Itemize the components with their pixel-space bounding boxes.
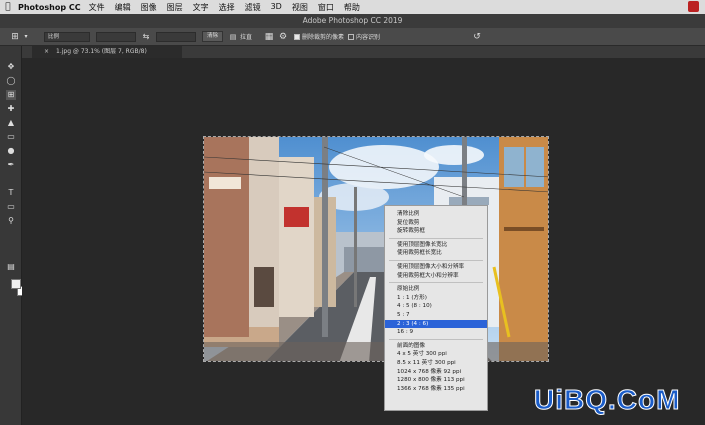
context-menu-item[interactable]: 旋转裁剪框 (385, 227, 487, 236)
grid-overlay-icon[interactable]: ▦ (262, 32, 276, 42)
context-menu-item[interactable]: 1024 x 768 像素 92 ppi (385, 368, 487, 377)
menu-item[interactable]: 文字 (193, 2, 209, 13)
context-menu-item[interactable]: 4 : 5 (8 : 10) (385, 302, 487, 311)
quick-mask-icon[interactable]: ▤ (6, 262, 16, 272)
context-menu-item[interactable]: 1 : 1 (方形) (385, 294, 487, 303)
swap-icon[interactable]: ⇆ (139, 32, 153, 41)
crop-tool-preset-icon[interactable]: ⊞ (8, 32, 22, 42)
straighten-icon[interactable]: ▤ (226, 33, 240, 41)
document-tab[interactable]: × 1.jpg @ 73.1% (图层 7, RGB/8) (32, 46, 182, 58)
mac-menu-bar:  Photoshop CC 文件编辑图像图层文字选择滤镜 3D 视图窗口帮助 (0, 0, 705, 14)
crop-ratio-context-menu: 清除比例 复位裁剪 旋转裁剪框使用顶层图像长宽比 使用裁剪框长宽比 使用顶层图像大小和分… (384, 205, 488, 411)
move-tool-icon[interactable]: ✥ (6, 62, 16, 72)
menu-item[interactable]: 编辑 (115, 2, 131, 13)
watermark-brand: UiBQ.CoM (533, 384, 681, 416)
delete-cropped-label[interactable]: 删除裁剪的像素 (302, 32, 344, 41)
apple-icon[interactable]:  (0, 2, 16, 12)
context-menu-item-selected[interactable]: 2 : 3 (4 : 6) (385, 319, 487, 329)
window-title: Adobe Photoshop CC 2019 (302, 16, 403, 25)
content-aware-checkbox[interactable] (348, 33, 355, 40)
menu-item[interactable]: 图层 (167, 2, 183, 13)
notification-icon[interactable] (688, 1, 699, 12)
type-tool-icon[interactable]: T (6, 188, 16, 198)
menu-items: 文件 编辑 图像 图层 文字 选择 滤镜 3D 视图 窗口 帮助 (89, 2, 370, 13)
healing-brush-icon[interactable]: ✚ (6, 104, 16, 114)
context-menu-item[interactable]: 使用裁剪框大小和分辨率 (385, 272, 487, 281)
menu-item[interactable]: 3D (271, 2, 282, 13)
context-menu-item[interactable]: 16 : 9 (385, 328, 487, 337)
menu-item[interactable]: 窗口 (318, 2, 334, 13)
chevron-down-icon[interactable]: ▾ (22, 33, 30, 40)
ratio-select-value: 比例 (48, 33, 60, 40)
document-tab-bar: × 1.jpg @ 73.1% (图层 7, RGB/8) (22, 46, 705, 58)
context-menu-item[interactable]: 5 : 7 (385, 311, 487, 320)
menu-item[interactable]: 选择 (219, 2, 235, 13)
shape-tool-icon[interactable]: ▭ (6, 202, 16, 212)
zoom-tool-icon[interactable]: ⚲ (6, 216, 16, 226)
context-menu-item[interactable]: 原始比例 (385, 285, 487, 294)
content-aware-label[interactable]: 内容识别 (356, 32, 380, 41)
context-menu-item[interactable]: 1280 x 800 像素 113 ppi (385, 376, 487, 385)
menu-item[interactable]: 视图 (292, 2, 308, 13)
menu-item[interactable]: 滤镜 (245, 2, 261, 13)
window-title-bar: Adobe Photoshop CC 2019 (0, 14, 705, 28)
straighten-label[interactable]: 拉直 (240, 32, 252, 41)
tools-panel: ✥ □ ◯ ✦ ⊞ ✐ ✚ ✎ ▲ ↶ ▭ ▩ ● ◉ ✒ T ➤ ▭ ✋ ⚲ … (0, 46, 36, 425)
width-field[interactable] (96, 31, 136, 42)
context-menu-item[interactable]: 使用顶层图像大小和分辨率 (385, 263, 487, 272)
menu-separator (389, 260, 483, 261)
app-name[interactable]: Photoshop CC (18, 3, 81, 12)
context-menu-item[interactable]: 使用顶层图像长宽比 (385, 241, 487, 250)
menu-separator (389, 282, 483, 284)
context-menu-item[interactable]: 前面的图像 (385, 342, 487, 351)
menu-item[interactable]: 帮助 (344, 2, 360, 13)
height-field[interactable] (156, 31, 196, 42)
pen-tool-icon[interactable]: ✒ (6, 160, 16, 170)
context-menu-item[interactable]: 清除比例 (385, 210, 487, 219)
blur-icon[interactable]: ● (6, 146, 16, 156)
menu-separator (389, 237, 483, 239)
context-menu-item[interactable]: 使用裁剪框长宽比 (385, 249, 487, 258)
close-icon[interactable]: × (44, 46, 49, 58)
reset-icon[interactable]: ↺ (470, 32, 484, 42)
document-image[interactable] (203, 136, 549, 362)
document-tab-title: 1.jpg @ 73.1% (图层 7, RGB/8) (56, 48, 147, 55)
foreground-color-swatch[interactable] (11, 279, 21, 289)
context-menu-item[interactable]: 4 x 5 英寸 300 ppi (385, 350, 487, 359)
ratio-select[interactable]: 比例 (44, 31, 90, 42)
options-bar: ⊞ ▾ 比例 ⇆ 清除 ▤ 拉直 ▦ ⚙ 删除裁剪的像素 内容识别 ↺ (0, 28, 705, 46)
lasso-tool-icon[interactable]: ◯ (6, 76, 16, 86)
menu-item[interactable]: 文件 (89, 2, 105, 13)
delete-cropped-checkbox[interactable] (294, 33, 301, 40)
stamp-tool-icon[interactable]: ▲ (6, 118, 16, 128)
clear-button[interactable]: 清除 (202, 31, 224, 42)
street-photo (204, 137, 548, 361)
gear-icon[interactable]: ⚙ (276, 32, 290, 42)
eraser-icon[interactable]: ▭ (6, 132, 16, 142)
context-menu-item[interactable]: 1366 x 768 像素 135 ppi (385, 385, 487, 394)
menu-separator (389, 338, 483, 340)
menu-item[interactable]: 图像 (141, 2, 157, 13)
context-menu-item[interactable]: 复位裁剪 (385, 219, 487, 228)
crop-tool-icon[interactable]: ⊞ (6, 90, 16, 100)
context-menu-item[interactable]: 8.5 x 11 英寸 300 ppi (385, 359, 487, 368)
